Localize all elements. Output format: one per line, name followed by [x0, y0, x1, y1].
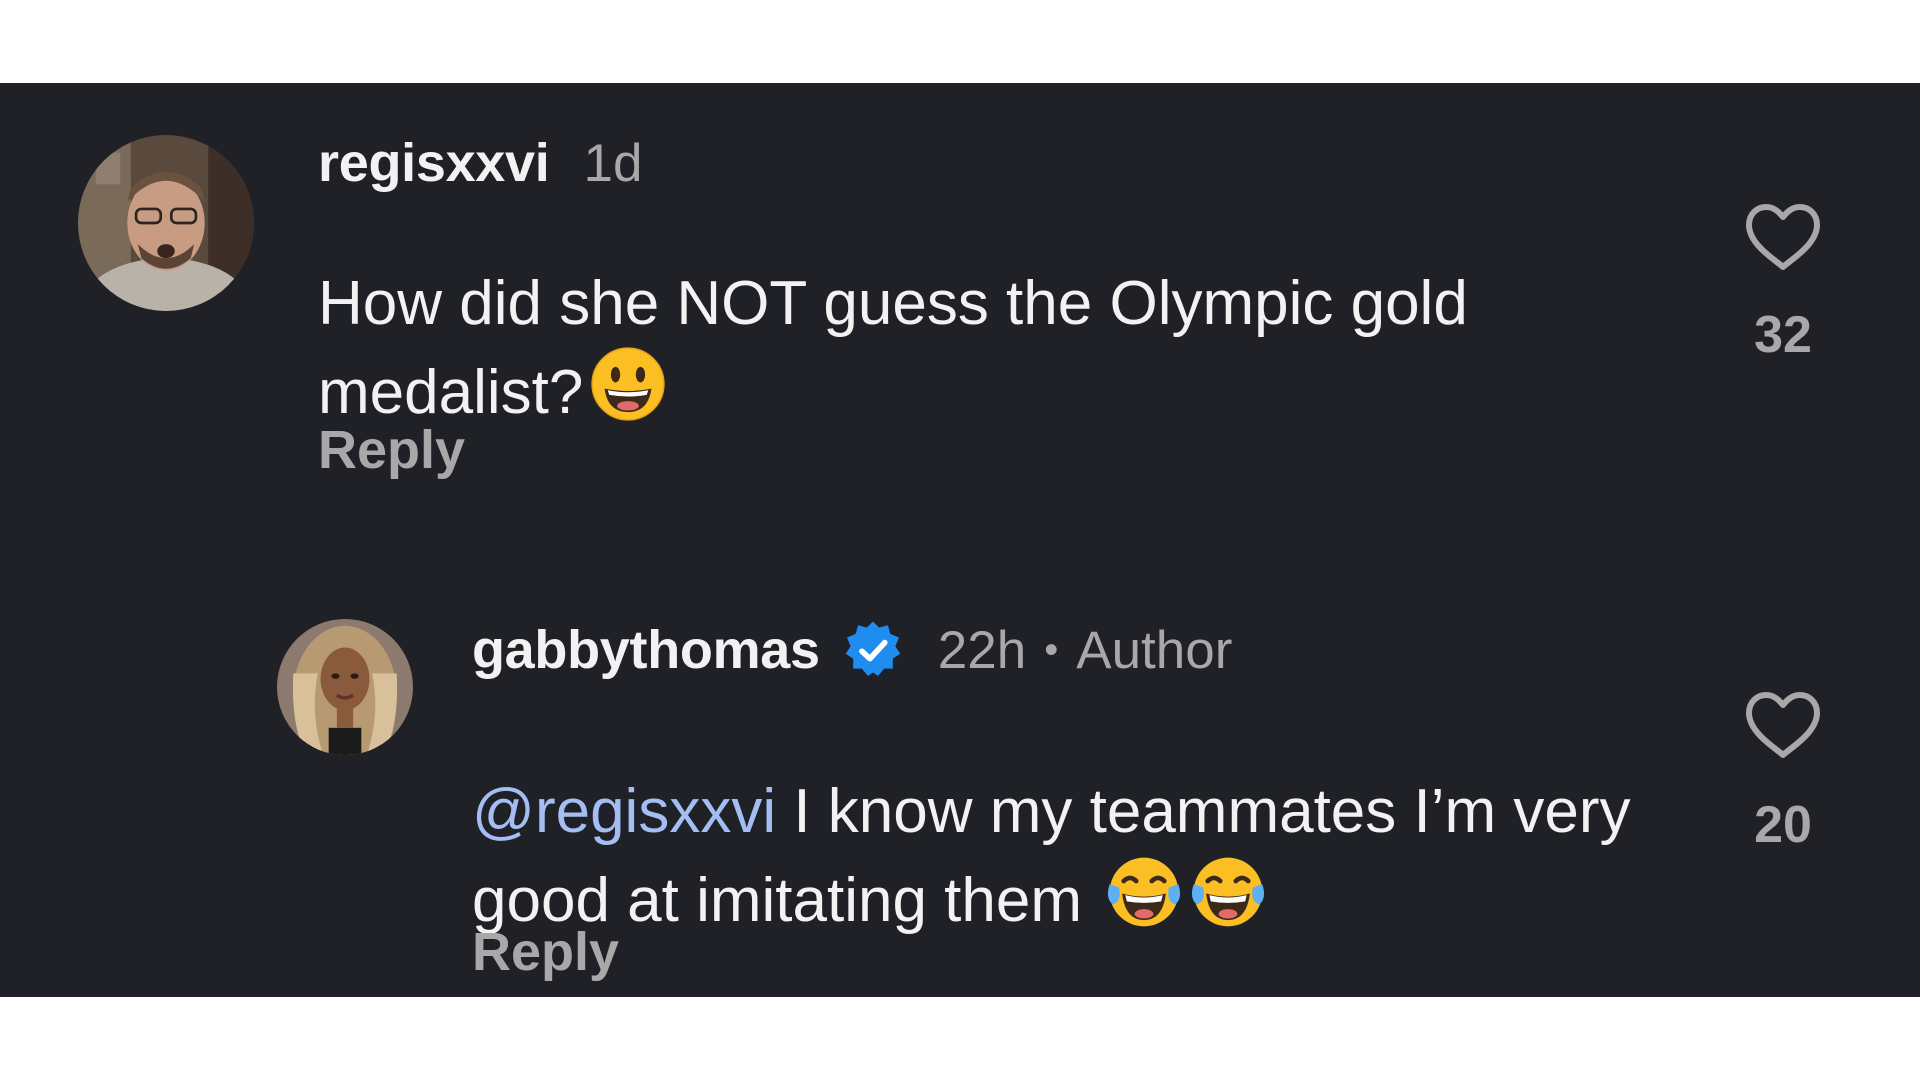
heart-outline-icon[interactable] — [1743, 691, 1823, 761]
username[interactable]: regisxxvi — [318, 132, 550, 194]
comment-header: gabbythomas 22h • Author — [472, 615, 1232, 685]
comment-body: How did she NOT guess the Olympic gold m… — [318, 269, 1468, 427]
avatar[interactable] — [277, 619, 413, 755]
mention-link[interactable]: @regisxxvi — [472, 777, 776, 846]
heart-outline-icon[interactable] — [1743, 203, 1823, 273]
author-label: Author — [1076, 620, 1233, 680]
verified-badge-icon — [842, 619, 904, 681]
like-count: 32 — [1754, 306, 1812, 364]
tears-of-joy-emoji — [1105, 853, 1183, 931]
comment-header: regisxxvi 1d — [318, 128, 642, 198]
avatar[interactable] — [78, 135, 254, 311]
username[interactable]: gabbythomas — [472, 619, 820, 681]
tears-of-joy-emoji — [1189, 853, 1267, 931]
comment-text: How did she NOT guess the Olympic gold m… — [318, 263, 1618, 434]
timestamp: 1d — [583, 133, 643, 193]
reply-button[interactable]: Reply — [472, 921, 619, 983]
timestamp: 22h — [937, 620, 1027, 680]
reply-button[interactable]: Reply — [318, 419, 465, 481]
grinning-face-emoji — [589, 345, 667, 423]
like-count: 20 — [1754, 796, 1812, 854]
comments-panel: regisxxvi 1d How did she NOT guess the O… — [0, 83, 1920, 997]
comment-text: @regisxxvi I know my teammates I’m very … — [472, 771, 1732, 942]
separator-dot: • — [1044, 627, 1059, 672]
